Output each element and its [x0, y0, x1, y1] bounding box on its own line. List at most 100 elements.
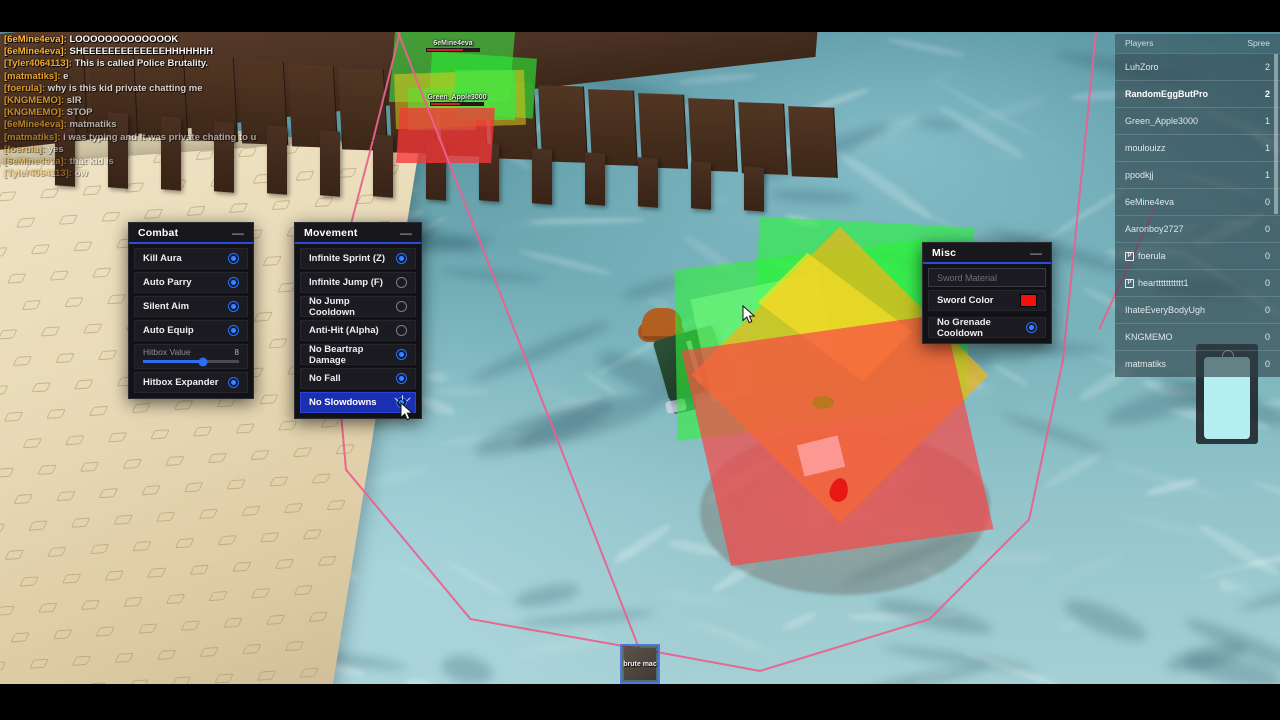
toggle-row-auto-parry[interactable]: Auto Parry — [134, 272, 248, 293]
panel-misc-header[interactable]: Misc — — [923, 243, 1051, 264]
minimize-icon[interactable]: — — [1030, 247, 1042, 259]
toggle-off-icon[interactable] — [396, 301, 407, 312]
chat-author: [6eMine4eva]: — [4, 34, 67, 45]
chat-text: STOP — [64, 107, 93, 119]
toggle-label: Infinite Jump (F) — [309, 277, 383, 288]
toggle-row-no-beartrap-damage[interactable]: No Beartrap Damage — [300, 344, 416, 366]
slider-fill — [143, 360, 203, 363]
toggle-on-icon[interactable] — [228, 277, 239, 288]
player-list-row[interactable]: Green_Apple3000 1 — [1115, 107, 1280, 134]
toggle-row-no-fall[interactable]: No Fall — [300, 368, 416, 389]
panel-combat[interactable]: Combat — Kill Aura Auto Parry Silent Aim Au… — [128, 222, 254, 399]
nametag-health-fill — [427, 49, 464, 51]
toggle-row-hitbox-expander[interactable]: Hitbox Expander — [134, 372, 248, 393]
toggle-label: Auto Parry — [143, 277, 192, 288]
chat-author: [foerula]: — [4, 143, 46, 155]
player-list-row[interactable]: RandomEggButPro 2 — [1115, 80, 1280, 107]
chat-text: LOOOOOOOOOOOOOK — [66, 34, 179, 45]
hotbar-slot-brute-machete[interactable]: brute mac — [620, 644, 660, 684]
player-entry: RandomEggButPro — [1125, 89, 1208, 99]
chat-text: ow — [71, 168, 88, 180]
player-spree-count: 2 — [1264, 62, 1270, 72]
player-list[interactable]: Players Spree LuhZoro 2 RandomEggButPro 2 Gr… — [1115, 34, 1280, 377]
player-list-row[interactable]: 6eMine4eva 0 — [1115, 188, 1280, 215]
minimize-icon[interactable]: — — [400, 227, 412, 239]
nametag-health-bar — [430, 102, 484, 106]
sword-color-swatch[interactable] — [1020, 294, 1037, 307]
slider-track[interactable] — [143, 357, 239, 366]
slider-knob[interactable] — [198, 357, 208, 366]
player-list-row[interactable]: Aaronboy2727 0 — [1115, 215, 1280, 242]
click-burst-icon — [394, 395, 414, 405]
chat-text: matmatiks — [66, 119, 117, 131]
hitbox-value-slider[interactable]: Hitbox Value 8 — [134, 344, 248, 369]
chat-message: [6eMine4eva]: SHEEEEEEEEEEEEEHHHHHHH — [4, 46, 334, 58]
sword-color-row[interactable]: Sword Color — [928, 290, 1046, 311]
slider-label: Hitbox Value — [143, 347, 191, 357]
toggle-on-icon[interactable] — [396, 253, 407, 264]
panel-movement-header[interactable]: Movement — — [295, 223, 421, 244]
toggle-on-icon[interactable] — [228, 301, 239, 312]
toggle-label: No Fall — [309, 373, 341, 384]
toggle-row-anti-hit-alpha[interactable]: Anti-Hit (Alpha) — [300, 320, 416, 341]
player-list-header: Players Spree — [1115, 34, 1280, 53]
player-list-row[interactable]: matmatiks 0 — [1115, 350, 1280, 377]
panel-combat-header[interactable]: Combat — — [129, 223, 253, 244]
player-name: Green_Apple3000 — [1125, 116, 1199, 126]
panel-misc-toggles: No Grenade Cooldown — [928, 316, 1046, 339]
chat-message: [matmatiks]: e — [4, 71, 334, 83]
player-list-row[interactable]: ppodkjj 1 — [1115, 161, 1280, 188]
toggle-on-icon[interactable] — [228, 377, 239, 388]
toggle-label: Silent Aim — [143, 301, 190, 312]
toggle-on-icon[interactable] — [228, 253, 239, 264]
player-entry: LuhZoro — [1125, 62, 1159, 72]
player-list-row[interactable]: Pfoerula 0 — [1115, 242, 1280, 269]
chat-message: [foerula]: yes — [4, 144, 334, 156]
chat-author: [KNGMEMO]: — [4, 95, 65, 107]
player-spree-count: 1 — [1264, 116, 1270, 126]
player-entry: Aaronboy2727 — [1125, 224, 1184, 234]
toggle-row-kill-aura[interactable]: Kill Aura — [134, 248, 248, 269]
chat-text: yes — [45, 143, 64, 155]
esp-hitbox-yellow-block — [812, 396, 834, 409]
toggle-row-no-jump-cooldown[interactable]: No Jump Cooldown — [300, 295, 416, 318]
player-entry: IhateEveryBodyUgh — [1125, 305, 1205, 315]
panel-movement[interactable]: Movement — Infinite Sprint (Z) Infinite J… — [294, 222, 422, 419]
game-screen: 6eMine4eva Green_Apple3000 [6eMine4eva]:… — [0, 0, 1280, 720]
player-spree-count: 0 — [1264, 305, 1270, 315]
sword-material-input[interactable]: Sword Material — [928, 268, 1046, 287]
player-entry: ppodkjj — [1125, 170, 1154, 180]
toggle-label: No Jump Cooldown — [309, 295, 355, 318]
player-list-row[interactable]: Phearttttttttttt1 0 — [1115, 269, 1280, 296]
toggle-row-silent-aim[interactable]: Silent Aim — [134, 296, 248, 317]
toggle-label: No Grenade Cooldown — [937, 316, 991, 339]
toggle-label: No Slowdowns — [309, 397, 377, 408]
player-list-row[interactable]: LuhZoro 2 — [1115, 53, 1280, 80]
toggle-row-infinite-jump-f[interactable]: Infinite Jump (F) — [300, 272, 416, 293]
toggle-row-infinite-sprint-z[interactable]: Infinite Sprint (Z) — [300, 248, 416, 269]
toggle-label: Infinite Sprint (Z) — [309, 253, 385, 264]
panel-combat-body: Kill Aura Auto Parry Silent Aim Auto Equip H… — [129, 244, 253, 398]
player-list-scrollbar[interactable] — [1274, 54, 1278, 214]
chat-message: [6eMine4eva]: LOOOOOOOOOOOOOK — [4, 34, 334, 46]
chat-author: [6eMine4eva]: — [4, 46, 67, 58]
player-entry: Pfoerula — [1125, 251, 1166, 261]
toggle-on-icon[interactable] — [228, 325, 239, 336]
player-list-row[interactable]: KNGMEMO 0 — [1115, 323, 1280, 350]
player-list-row[interactable]: moulouizz 1 — [1115, 134, 1280, 161]
toggle-on-icon[interactable] — [396, 373, 407, 384]
player-list-row[interactable]: IhateEveryBodyUgh 0 — [1115, 296, 1280, 323]
player-spree-count: 0 — [1264, 332, 1270, 342]
cursor-arrow-icon — [742, 304, 756, 324]
toggle-on-icon[interactable] — [396, 349, 407, 360]
panel-misc[interactable]: Misc — Sword Material Sword Color No Gre… — [922, 242, 1052, 344]
toggle-on-icon[interactable] — [1026, 322, 1037, 333]
player-name: 6eMine4eva — [1125, 197, 1175, 207]
toggle-row-no-grenade-cooldown[interactable]: No Grenade Cooldown — [928, 316, 1046, 339]
toggle-off-icon[interactable] — [396, 277, 407, 288]
player-name: moulouizz — [1125, 143, 1166, 153]
minimize-icon[interactable]: — — [232, 227, 244, 239]
toggle-off-icon[interactable] — [396, 325, 407, 336]
toggle-row-auto-equip[interactable]: Auto Equip — [134, 320, 248, 341]
player-name: matmatiks — [1125, 359, 1167, 369]
